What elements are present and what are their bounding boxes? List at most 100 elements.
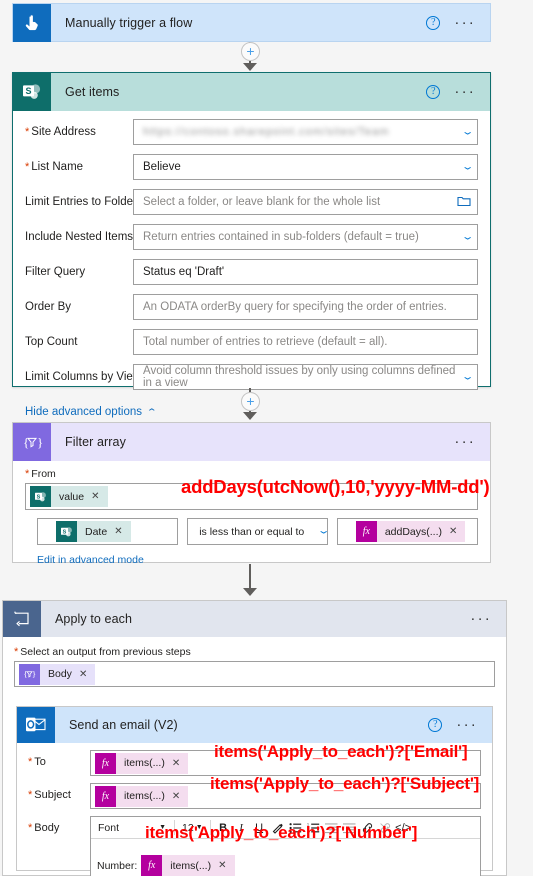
close-icon[interactable]: ✕: [91, 491, 107, 502]
annotation-number-expression: items('Apply_to_each')?['Number']: [145, 823, 418, 842]
chevron-down-icon[interactable]: ⌄: [455, 372, 474, 381]
top-count-input[interactable]: Total number of entries to retrieve (def…: [133, 329, 478, 355]
close-icon[interactable]: ✕: [218, 860, 234, 871]
field-label-to: To: [28, 750, 90, 768]
token-subject-expression[interactable]: fx items(...) ✕: [95, 785, 189, 807]
more-options-icon[interactable]: ···: [454, 15, 476, 30]
outlook-icon: [17, 707, 55, 743]
field-label-order-by: Order By: [25, 301, 72, 313]
close-icon[interactable]: ✕: [172, 791, 188, 802]
folder-icon[interactable]: [457, 195, 471, 209]
get-items-actions: ? ···: [426, 84, 490, 99]
limit-columns-placeholder: Avoid column threshold issues by only us…: [143, 365, 456, 389]
help-icon[interactable]: ?: [426, 85, 441, 99]
body-content-area[interactable]: Number: fx items(...) ✕: [91, 839, 480, 876]
select-output-input[interactable]: { } Body ✕: [14, 661, 495, 687]
help-icon[interactable]: ?: [428, 718, 443, 732]
svg-text:S: S: [25, 86, 31, 96]
site-address-dropdown[interactable]: https://contoso.sharepoint.com/sites/Tea…: [133, 119, 478, 145]
token-to-expression[interactable]: fx items(...) ✕: [95, 752, 189, 774]
more-options-icon[interactable]: ···: [456, 717, 478, 732]
field-row-limit-columns-by-view: Limit Columns by View Avoid column thres…: [25, 362, 478, 392]
condition-row: S Date ✕ is less than or equal to ⌄ fx a…: [13, 510, 490, 545]
get-items-header[interactable]: S Get items ? ···: [13, 73, 490, 111]
field-row-top-count: Top Count Total number of entries to ret…: [25, 327, 478, 357]
include-nested-items-dropdown[interactable]: Return entries contained in sub-folders …: [133, 224, 478, 250]
token-value[interactable]: S value ✕: [30, 486, 108, 507]
action-card-get-items[interactable]: S Get items ? ··· Site Address https://c…: [12, 72, 491, 418]
more-options-icon[interactable]: ···: [454, 84, 476, 99]
edit-in-advanced-mode-link[interactable]: Edit in advanced mode: [13, 545, 490, 566]
token-date[interactable]: S Date ✕: [56, 521, 131, 542]
sharepoint-icon: S: [30, 486, 51, 507]
sharepoint-icon: S: [56, 521, 77, 542]
fx-icon: fx: [95, 785, 116, 807]
trigger-card-manually-trigger-a-flow[interactable]: Manually trigger a flow ? ···: [12, 3, 491, 42]
token-adddays[interactable]: fx addDays(...) ✕: [355, 521, 466, 542]
token-label: addDays(...): [384, 525, 442, 538]
include-nested-placeholder: Return entries contained in sub-folders …: [143, 231, 419, 243]
close-icon[interactable]: ✕: [172, 758, 188, 769]
trigger-card-header[interactable]: Manually trigger a flow ? ···: [13, 4, 490, 42]
field-label-top-count: Top Count: [25, 336, 78, 348]
more-options-icon[interactable]: ···: [470, 611, 492, 626]
hide-advanced-options-label: Hide advanced options: [25, 406, 142, 418]
order-by-placeholder: An ODATA orderBy query for specifying th…: [143, 301, 447, 313]
fx-icon: fx: [95, 752, 116, 774]
condition-left-input[interactable]: S Date ✕: [37, 518, 179, 545]
body-content-line: Number: fx items(...) ✕: [97, 855, 480, 876]
connector-arrow-3: [243, 588, 257, 596]
limit-entries-to-folder-input[interactable]: Select a folder, or leave blank for the …: [133, 189, 478, 215]
insert-step-button-1[interactable]: +: [241, 42, 260, 61]
order-by-input[interactable]: An ODATA orderBy query for specifying th…: [133, 294, 478, 320]
field-label-filter-query: Filter Query: [25, 266, 86, 278]
token-body-expression[interactable]: fx items(...) ✕: [141, 855, 235, 876]
limit-entries-placeholder: Select a folder, or leave blank for the …: [143, 196, 381, 208]
chevron-down-icon[interactable]: ⌄: [455, 127, 474, 136]
get-items-title: Get items: [65, 85, 120, 99]
connector-line-3: [249, 564, 251, 590]
filter-braces-icon: { }: [13, 423, 51, 461]
close-icon[interactable]: ✕: [79, 669, 95, 680]
svg-text:{: {: [23, 435, 29, 450]
field-label-include-nested-items: Include Nested Items: [25, 231, 134, 243]
field-label-body: Body: [28, 816, 90, 834]
annotation-email-expression: items('Apply_to_each')?['Email']: [214, 742, 468, 761]
chevron-down-icon[interactable]: ⌄: [455, 232, 474, 241]
flow-designer-canvas: Manually trigger a flow ? ··· + S Get it…: [0, 0, 533, 876]
filter-array-title: Filter array: [65, 435, 126, 449]
token-label: Body: [48, 668, 72, 680]
field-row-order-by: Order By An ODATA orderBy query for spec…: [25, 292, 478, 322]
limit-columns-by-view-dropdown[interactable]: Avoid column threshold issues by only us…: [133, 364, 478, 390]
apply-to-each-actions: ···: [470, 611, 506, 626]
tap-hand-icon: [13, 4, 51, 42]
font-family-value: Font: [98, 821, 120, 834]
field-label-list-name: List Name: [25, 161, 133, 173]
close-icon[interactable]: ✕: [449, 526, 465, 537]
hide-advanced-options-link[interactable]: Hide advanced options ⌃: [13, 397, 168, 418]
field-label-site-address: Site Address: [25, 126, 133, 138]
more-options-icon[interactable]: ···: [454, 434, 476, 449]
insert-step-button-2[interactable]: +: [241, 392, 260, 411]
send-email-actions: ? ···: [428, 717, 492, 732]
close-icon[interactable]: ✕: [114, 526, 130, 537]
get-items-fields: Site Address https://contoso.sharepoint.…: [13, 111, 490, 392]
condition-right-input[interactable]: fx addDays(...) ✕: [336, 518, 478, 545]
trigger-card-title: Manually trigger a flow: [65, 16, 193, 30]
filter-braces-icon: { }: [19, 663, 40, 685]
token-body[interactable]: { } Body ✕: [19, 663, 96, 685]
token-label: items(...): [124, 757, 165, 769]
apply-to-each-header[interactable]: Apply to each ···: [3, 601, 506, 637]
send-email-header[interactable]: Send an email (V2) ? ···: [17, 707, 492, 743]
condition-operator-dropdown[interactable]: is less than or equal to ⌄: [187, 518, 330, 545]
filter-array-header[interactable]: { } Filter array ···: [13, 423, 490, 461]
chevron-down-icon[interactable]: ⌄: [455, 162, 474, 171]
chevron-down-icon[interactable]: ⌄: [311, 526, 329, 536]
filter-query-input[interactable]: Status eq 'Draft': [133, 259, 478, 285]
svg-text:}: }: [32, 669, 36, 679]
help-icon[interactable]: ?: [426, 16, 441, 30]
list-name-dropdown[interactable]: Believe ⌄: [133, 154, 478, 180]
filter-query-value: Status eq 'Draft': [143, 266, 225, 278]
token-label: value: [59, 490, 85, 503]
token-label: items(...): [170, 859, 212, 872]
